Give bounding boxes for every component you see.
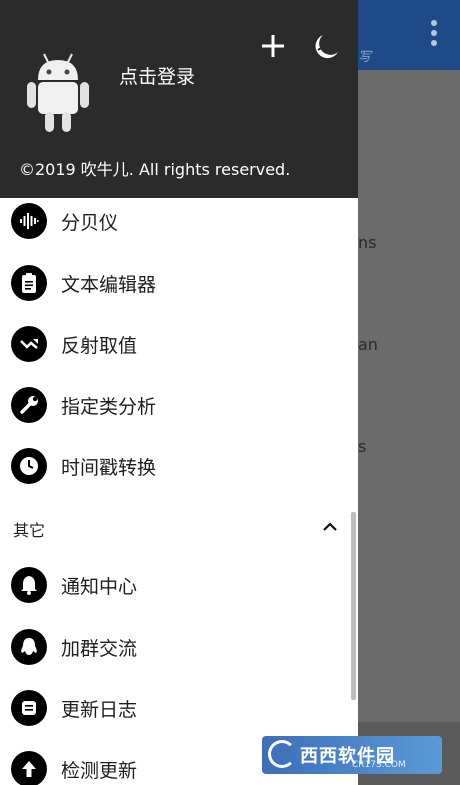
upload-arrow-icon — [11, 751, 47, 785]
wrench-icon — [11, 387, 47, 423]
add-button[interactable] — [257, 30, 289, 62]
section-header-other[interactable]: 其它 — [0, 505, 358, 549]
background-fragment: ns — [358, 233, 377, 252]
menu-item-label: 更新日志 — [61, 698, 138, 721]
clock-icon — [11, 448, 47, 484]
clipboard-icon — [11, 265, 47, 301]
menu-item-label: 检测更新 — [61, 759, 138, 782]
drawer-header: 点击登录 ©2019 吹牛儿. All rights reserved. — [0, 0, 358, 198]
log-icon — [11, 690, 47, 726]
watermark-logo: 西西软件园 CR173.COM — [262, 736, 442, 774]
menu-item-decibel-meter[interactable]: 分贝仪 — [0, 191, 358, 251]
section-title: 其它 — [13, 521, 46, 540]
copyright-text: ©2019 吹牛儿. All rights reserved. — [19, 160, 291, 179]
login-link[interactable]: 点击登录 — [119, 62, 195, 89]
menu-item-reflection[interactable]: 反射取值 — [0, 314, 358, 374]
drawer-scrollbar[interactable] — [351, 512, 356, 700]
audio-wave-icon — [11, 203, 47, 239]
menu-item-label: 文本编辑器 — [61, 273, 157, 296]
menu-item-label: 时间戳转换 — [61, 456, 157, 479]
menu-item-changelog[interactable]: 更新日志 — [0, 678, 358, 738]
navigation-drawer: 点击登录 ©2019 吹牛儿. All rights reserved. 分贝仪… — [0, 0, 358, 785]
watermark-c-icon — [268, 740, 296, 768]
background-hint-text: 写 — [358, 50, 372, 65]
menu-item-label: 反射取值 — [61, 334, 138, 357]
menu-item-label: 指定类分析 — [61, 395, 157, 418]
watermark-url: CR173.COM — [352, 760, 406, 770]
qq-penguin-icon — [11, 629, 47, 665]
menu-item-class-analysis[interactable]: 指定类分析 — [0, 375, 358, 435]
background-fragment: an — [358, 335, 378, 354]
moon-icon — [315, 35, 339, 59]
menu-item-timestamp[interactable]: 时间戳转换 — [0, 436, 358, 496]
menu-item-notifications[interactable]: 通知中心 — [0, 555, 358, 615]
menu-item-label: 通知中心 — [61, 575, 138, 598]
plus-icon — [262, 35, 284, 57]
overflow-menu-icon — [428, 20, 440, 50]
background-fragment: s — [358, 437, 367, 456]
menu-item-label: 加群交流 — [61, 637, 138, 660]
bell-icon — [11, 567, 47, 603]
menu-item-join-group[interactable]: 加群交流 — [0, 617, 358, 677]
android-avatar-icon[interactable] — [24, 50, 92, 134]
menu-item-label: 分贝仪 — [61, 211, 119, 234]
chevron-up-icon[interactable] — [322, 519, 338, 535]
night-mode-button[interactable] — [311, 30, 343, 62]
trend-arrow-icon — [11, 326, 47, 362]
menu-item-text-editor[interactable]: 文本编辑器 — [0, 253, 358, 313]
